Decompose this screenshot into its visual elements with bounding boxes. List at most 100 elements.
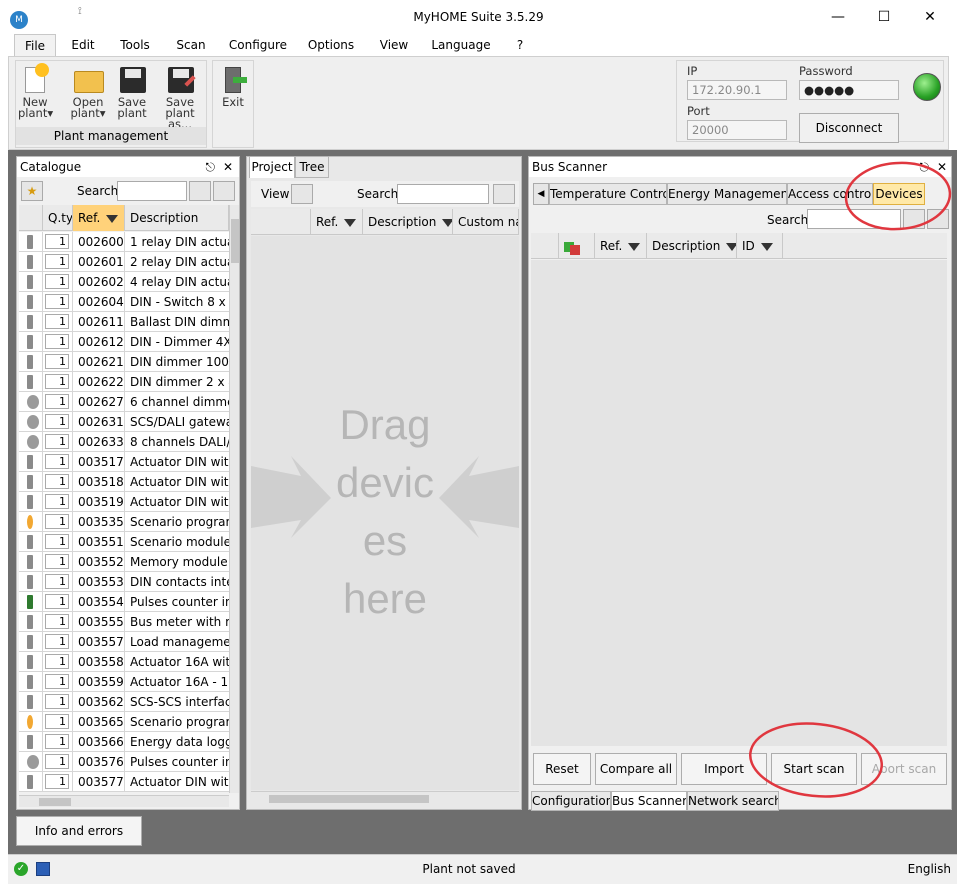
qty-field[interactable]: 1: [45, 234, 69, 249]
vertical-scrollbar[interactable]: [229, 205, 239, 793]
pin-icon[interactable]: ⎋: [206, 157, 216, 177]
bus-eraser-icon[interactable]: [903, 209, 925, 229]
columns-icon[interactable]: [213, 181, 235, 201]
project-eraser-icon[interactable]: [493, 184, 515, 204]
qty-field[interactable]: 1: [45, 654, 69, 669]
horizontal-scrollbar[interactable]: [19, 795, 229, 807]
tab-scroll-left-icon[interactable]: ◀: [533, 183, 549, 205]
table-row[interactable]: 1 002611 Ballast DIN dimme: [19, 312, 229, 332]
close-window-button[interactable]: ✕: [912, 6, 948, 28]
project-custom-name-header[interactable]: Custom na: [453, 209, 519, 235]
tab-energy-management[interactable]: Energy Management: [667, 183, 787, 205]
open-plant-button[interactable]: Open plant▾: [68, 65, 108, 119]
menu-language[interactable]: Language: [430, 34, 492, 56]
menu-options[interactable]: Options: [306, 34, 356, 56]
new-plant-button[interactable]: New plant▾: [18, 63, 53, 119]
filter-icon[interactable]: [344, 218, 357, 227]
table-row[interactable]: 1 002604 DIN - Switch 8 x: [19, 292, 229, 312]
table-row[interactable]: 1 003552 Memory module: [19, 552, 229, 572]
view-toggle-icon[interactable]: [291, 184, 313, 204]
filter-icon[interactable]: [760, 242, 773, 251]
favorites-star-icon[interactable]: ★: [21, 181, 43, 201]
password-field[interactable]: ●●●●●: [799, 80, 899, 100]
table-row[interactable]: 1 003551 Scenario module: [19, 532, 229, 552]
close-panel-icon[interactable]: ✕: [223, 157, 233, 177]
qty-field[interactable]: 1: [45, 414, 69, 429]
tab-network-search[interactable]: Network search: [687, 791, 779, 811]
qty-field[interactable]: 1: [45, 694, 69, 709]
tab-project[interactable]: Project: [249, 156, 295, 178]
table-row[interactable]: 1 002627 6 channel dimmer: [19, 392, 229, 412]
table-row[interactable]: 1 002631 SCS/DALI gateway: [19, 412, 229, 432]
table-row[interactable]: 1 002600 1 relay DIN actuat: [19, 232, 229, 252]
menu-edit[interactable]: Edit: [66, 34, 100, 56]
qty-field[interactable]: 1: [45, 534, 69, 549]
eraser-icon[interactable]: [189, 181, 211, 201]
menu-scan[interactable]: Scan: [172, 34, 210, 56]
qty-field[interactable]: 1: [45, 334, 69, 349]
qty-field[interactable]: 1: [45, 634, 69, 649]
tab-devices[interactable]: Devices: [873, 183, 925, 205]
ip-field[interactable]: 172.20.90.1: [687, 80, 787, 100]
qty-field[interactable]: 1: [45, 614, 69, 629]
table-row[interactable]: 1 003577 Actuator DIN with: [19, 772, 229, 792]
table-row[interactable]: 1 002602 4 relay DIN actuat: [19, 272, 229, 292]
menu-help[interactable]: ?: [510, 34, 530, 56]
table-row[interactable]: 1 002633 8 channels DALI/S: [19, 432, 229, 452]
maximize-button[interactable]: ☐: [866, 6, 902, 28]
table-row[interactable]: 1 003565 Scenario programn: [19, 712, 229, 732]
project-search-input[interactable]: [397, 184, 489, 204]
qty-field[interactable]: 1: [45, 494, 69, 509]
description-column-header[interactable]: Description: [125, 205, 229, 231]
project-horizontal-scrollbar[interactable]: [251, 791, 519, 805]
bus-id-header[interactable]: ID: [737, 233, 783, 259]
table-row[interactable]: 1 003559 Actuator 16A - 1 D: [19, 672, 229, 692]
qty-field[interactable]: 1: [45, 374, 69, 389]
table-row[interactable]: 1 003535 Scenario programn: [19, 512, 229, 532]
table-row[interactable]: 1 002601 2 relay DIN actuat: [19, 252, 229, 272]
filter-icon[interactable]: [628, 242, 641, 251]
tab-access-control[interactable]: Access control: [787, 183, 873, 205]
close-panel-icon[interactable]: ✕: [937, 157, 947, 177]
bus-description-header[interactable]: Description: [647, 233, 737, 259]
qty-field[interactable]: 1: [45, 594, 69, 609]
menu-tools[interactable]: Tools: [116, 34, 154, 56]
import-devices-button[interactable]: Import devices: [681, 753, 767, 806]
table-row[interactable]: 1 003557 Load management: [19, 632, 229, 652]
tab-bus-scanner[interactable]: Bus Scanner: [611, 791, 687, 811]
table-row[interactable]: 1 002622 DIN dimmer 2 x 4(: [19, 372, 229, 392]
table-row[interactable]: 1 003554 Pulses counter inte: [19, 592, 229, 612]
table-row[interactable]: 1 003566 Energy data logge: [19, 732, 229, 752]
qty-field[interactable]: 1: [45, 274, 69, 289]
language-indicator[interactable]: English: [908, 862, 951, 876]
qty-field[interactable]: 1: [45, 314, 69, 329]
table-row[interactable]: 1 002621 DIN dimmer 1000: [19, 352, 229, 372]
qty-field[interactable]: 1: [45, 574, 69, 589]
disconnect-button[interactable]: Disconnect: [799, 113, 899, 143]
reset-button[interactable]: Reset: [533, 753, 591, 785]
qty-field[interactable]: 1: [45, 754, 69, 769]
qty-field[interactable]: 1: [45, 434, 69, 449]
table-row[interactable]: 1 003519 Actuator DIN with: [19, 492, 229, 512]
menu-file[interactable]: File: [14, 34, 56, 56]
qty-field[interactable]: 1: [45, 554, 69, 569]
start-scan-button[interactable]: Start scan: [771, 753, 857, 785]
catalogue-search-input[interactable]: [117, 181, 187, 201]
project-drop-area[interactable]: Drag devic es here: [251, 236, 519, 790]
bus-ref-header[interactable]: Ref.: [595, 233, 647, 259]
project-ref-header[interactable]: Ref.: [311, 209, 363, 235]
save-plant-as-button[interactable]: Save plant as...: [154, 65, 206, 130]
bus-device-list[interactable]: [531, 260, 947, 746]
qty-field[interactable]: 1: [45, 354, 69, 369]
menu-configure[interactable]: Configure: [228, 34, 288, 56]
minimize-button[interactable]: —: [820, 6, 856, 28]
qty-field[interactable]: 1: [45, 474, 69, 489]
table-row[interactable]: 1 003518 Actuator DIN with: [19, 472, 229, 492]
menu-view[interactable]: View: [374, 34, 414, 56]
bus-columns-icon[interactable]: [927, 209, 949, 229]
port-field[interactable]: 20000: [687, 120, 787, 140]
tab-tree[interactable]: Tree: [295, 156, 329, 178]
qty-field[interactable]: 1: [45, 774, 69, 789]
qty-field[interactable]: 1: [45, 394, 69, 409]
pin-icon[interactable]: ⎋: [920, 157, 930, 177]
